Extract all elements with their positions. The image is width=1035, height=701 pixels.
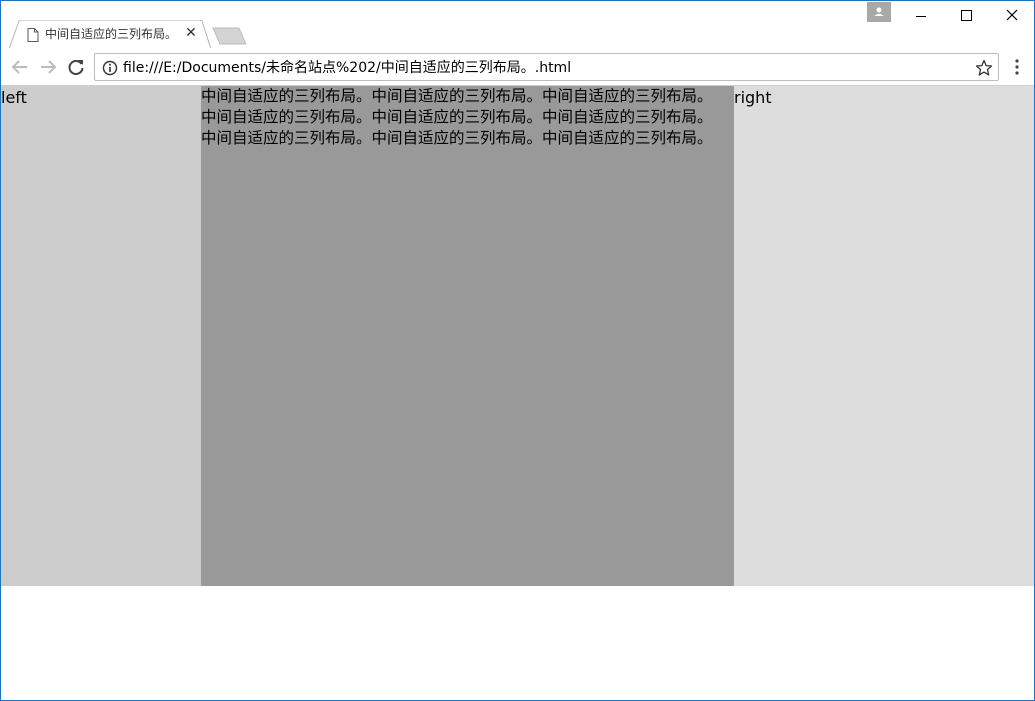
middle-column-line: 中间自适应的三列布局。中间自适应的三列布局。中间自适应的三列布局。 (201, 129, 713, 147)
browser-toolbar: file:///E:/Documents/未命名站点%202/中间自适应的三列布… (1, 48, 1034, 86)
star-icon[interactable] (975, 59, 993, 77)
close-window-icon[interactable] (989, 1, 1034, 31)
active-tab[interactable]: 中间自适应的三列布局。 ✕ (9, 20, 211, 49)
minimize-icon[interactable] (898, 1, 944, 31)
left-column: left (1, 86, 201, 586)
address-bar[interactable]: file:///E:/Documents/未命名站点%202/中间自适应的三列布… (94, 53, 999, 81)
reload-icon[interactable] (65, 56, 87, 78)
browser-window: 中间自适应的三列布局。 ✕ file:///E:/Documents/未命名站点… (0, 0, 1035, 701)
kebab-menu-icon[interactable] (1009, 57, 1025, 77)
page-content: left 中间自适应的三列布局。中间自适应的三列布局。中间自适应的三列布局。 中… (1, 86, 1034, 700)
url-text[interactable]: file:///E:/Documents/未命名站点%202/中间自适应的三列布… (123, 59, 571, 77)
right-column-text: right (734, 88, 772, 107)
middle-column-line: 中间自适应的三列布局。中间自适应的三列布局。中间自适应的三列布局。 (201, 108, 713, 126)
tab-close-icon[interactable]: ✕ (183, 25, 199, 41)
new-tab-button[interactable] (209, 27, 247, 45)
tab-strip: 中间自适应的三列布局。 ✕ (1, 1, 1034, 49)
info-icon[interactable] (102, 60, 118, 76)
middle-column-line: 中间自适应的三列布局。中间自适应的三列布局。中间自适应的三列布局。 (201, 87, 713, 105)
tab-title: 中间自适应的三列布局。 (45, 27, 178, 41)
profile-icon[interactable] (867, 2, 891, 22)
back-arrow-icon[interactable] (9, 56, 31, 78)
forward-arrow-icon[interactable] (37, 56, 59, 78)
left-column-text: left (1, 88, 27, 107)
right-column: right (734, 86, 1034, 586)
middle-column: 中间自适应的三列布局。中间自适应的三列布局。中间自适应的三列布局。 中间自适应的… (201, 86, 734, 586)
page-icon (27, 28, 39, 42)
maximize-icon[interactable] (943, 1, 989, 31)
